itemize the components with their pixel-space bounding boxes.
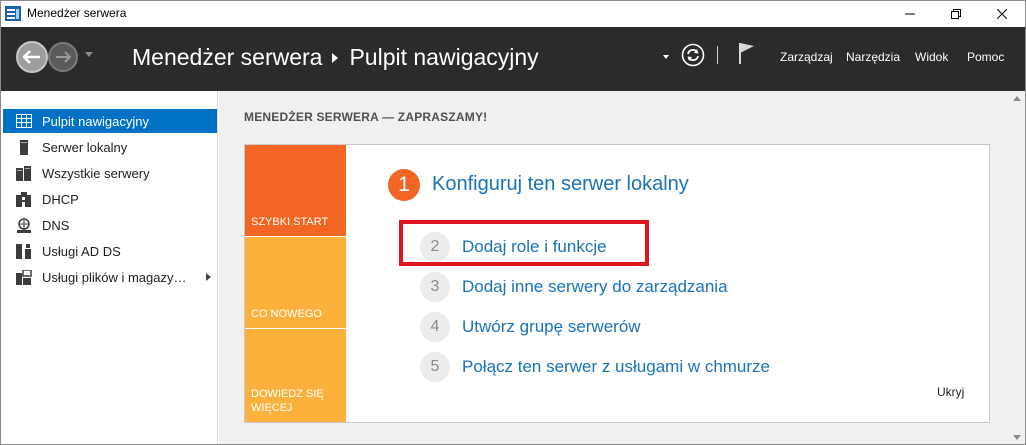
tile-label: CO NOWEGO (251, 308, 322, 320)
dns-icon (16, 217, 32, 233)
sidebar-item-all-servers[interactable]: Wszystkie serwery (3, 161, 217, 185)
dashboard-icon (16, 113, 32, 129)
menu-manage[interactable]: Zarządzaj (780, 50, 833, 64)
header-bar: Menedżer serwera Pulpit nawigacyjny Zarz… (1, 27, 1025, 91)
menu-help[interactable]: Pomoc (967, 50, 1004, 64)
hide-link[interactable]: Ukryj (937, 385, 964, 399)
step-4: 4 Utwórz grupę serwerów (420, 312, 641, 342)
back-button[interactable] (16, 41, 48, 73)
sidebar-item-dashboard[interactable]: Pulpit nawigacyjny (3, 109, 217, 133)
sidebar-item-dns[interactable]: DNS (3, 213, 217, 237)
sidebar-item-label: Pulpit nawigacyjny (42, 113, 149, 129)
breadcrumb-dropdown-icon[interactable] (663, 55, 669, 59)
flag-icon[interactable] (738, 41, 756, 65)
step-2: 2 Dodaj role i funkcje (420, 232, 607, 262)
add-other-servers-link[interactable]: Dodaj inne serwery do zarządzania (462, 277, 728, 297)
step-number: 5 (420, 352, 450, 382)
sidebar-item-label: DNS (42, 217, 70, 233)
title-bar: Menedżer serwera (1, 1, 1025, 27)
file-storage-icon (16, 269, 32, 285)
breadcrumb-separator-icon (332, 52, 339, 63)
step-number: 2 (420, 232, 450, 262)
tile-label: DOWIEDZ SIĘ WIĘCEJ (251, 388, 324, 414)
dhcp-icon (16, 191, 32, 207)
expand-arrow-icon[interactable] (206, 273, 211, 281)
tile-quick-start[interactable]: SZYBKI START (245, 145, 346, 236)
menu-view[interactable]: Widok (915, 50, 948, 64)
scroll-down-icon[interactable] (1013, 435, 1021, 440)
sidebar-item-ad-ds[interactable]: Usługi AD DS (3, 239, 217, 263)
window-title: Menedżer serwera (27, 6, 127, 20)
minimize-icon (905, 13, 915, 15)
server-manager-icon (5, 6, 21, 21)
step-1-number: 1 (388, 169, 420, 201)
sidebar-item-dhcp[interactable]: DHCP (3, 187, 217, 211)
ad-ds-icon (16, 243, 32, 259)
menu-tools[interactable]: Narzędzia (846, 50, 900, 64)
close-icon (997, 9, 1007, 19)
back-arrow-icon (23, 50, 40, 64)
forward-button[interactable] (48, 42, 78, 72)
configure-local-server-link[interactable]: Konfiguruj ten serwer lokalny (432, 173, 689, 196)
main-content: MENEDŻER SERWERA — ZAPRASZAMY! SZYBKI ST… (219, 91, 1009, 444)
restore-icon (951, 9, 961, 19)
vertical-scrollbar[interactable] (1009, 91, 1025, 444)
history-dropdown-icon[interactable] (85, 52, 93, 57)
connect-cloud-services-link[interactable]: Połącz ten serwer z usługami w chmurze (462, 357, 770, 377)
forward-arrow-icon (56, 51, 71, 63)
step-5: 5 Połącz ten serwer z usługami w chmurze (420, 352, 770, 382)
server-icon (16, 139, 32, 155)
refresh-icon[interactable] (681, 43, 705, 67)
restore-button[interactable] (933, 1, 979, 27)
breadcrumb-root[interactable]: Menedżer serwera (132, 44, 322, 71)
sidebar-item-label: DHCP (42, 191, 79, 207)
sidebar-item-local-server[interactable]: Serwer lokalny (3, 135, 217, 159)
sidebar: Pulpit nawigacyjny Serwer lokalny Wszyst… (1, 91, 218, 444)
step-number: 3 (420, 272, 450, 302)
breadcrumb: Menedżer serwera Pulpit nawigacyjny (132, 44, 539, 71)
tile-label: SZYBKI START (251, 216, 329, 228)
step-3: 3 Dodaj inne serwery do zarządzania (420, 272, 728, 302)
tile-learn-more[interactable]: DOWIEDZ SIĘ WIĘCEJ (245, 329, 346, 422)
header-divider (717, 46, 718, 64)
minimize-button[interactable] (887, 1, 933, 27)
breadcrumb-current: Pulpit nawigacyjny (349, 44, 539, 70)
welcome-heading: MENEDŻER SERWERA — ZAPRASZAMY! (244, 110, 488, 124)
server-manager-window: Menedżer serwera Menedżer serwera Pulpit… (0, 0, 1026, 445)
sidebar-item-label: Usługi AD DS (42, 243, 121, 259)
create-server-group-link[interactable]: Utwórz grupę serwerów (462, 317, 641, 337)
tile-whats-new[interactable]: CO NOWEGO (245, 237, 346, 328)
step-number: 4 (420, 312, 450, 342)
sidebar-item-label: Usługi plików i magazy… (42, 269, 187, 285)
add-roles-features-link[interactable]: Dodaj role i funkcje (462, 237, 607, 257)
sidebar-item-label: Wszystkie serwery (42, 165, 150, 181)
quick-start-panel: SZYBKI START CO NOWEGO DOWIEDZ SIĘ WIĘCE… (244, 144, 990, 423)
sidebar-item-file-storage[interactable]: Usługi plików i magazy… (3, 265, 217, 289)
servers-icon (16, 165, 32, 181)
scroll-up-icon[interactable] (1013, 96, 1021, 101)
sidebar-item-label: Serwer lokalny (42, 139, 128, 155)
close-button[interactable] (979, 1, 1025, 27)
